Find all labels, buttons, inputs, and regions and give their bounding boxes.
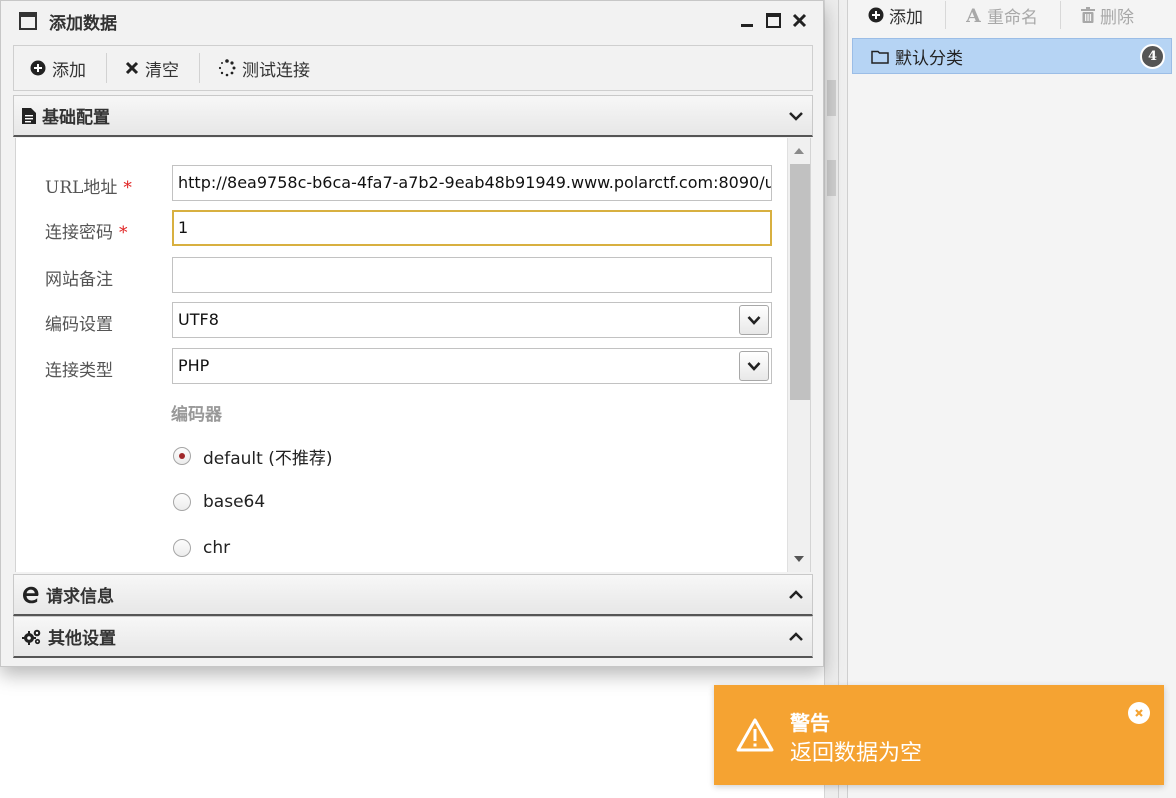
- note-input[interactable]: [172, 257, 772, 293]
- encoder-option-default[interactable]: default (不推荐): [173, 443, 332, 469]
- scrollbar-thumb[interactable]: [827, 80, 836, 116]
- password-input[interactable]: 1: [172, 210, 772, 246]
- encoding-label: 编码设置: [45, 315, 113, 335]
- category-rename-button[interactable]: A 重命名: [966, 1, 1061, 29]
- clear-button[interactable]: 清空: [125, 53, 200, 83]
- radio-button[interactable]: [173, 493, 191, 511]
- url-row: URL地址 * http://8ea9758c-b6ca-4fa7-a7b2-9e…: [16, 165, 788, 201]
- plus-circle-icon: [868, 7, 884, 23]
- section-request-info[interactable]: 请求信息: [13, 574, 813, 616]
- category-delete-button[interactable]: 删除: [1081, 1, 1156, 29]
- chevron-down-icon[interactable]: [788, 108, 804, 124]
- scrollbar-thumb[interactable]: [827, 160, 836, 196]
- select-arrow-icon[interactable]: [739, 351, 769, 381]
- minimize-icon[interactable]: [737, 9, 757, 31]
- type-value: PHP: [178, 356, 210, 375]
- chevron-up-icon[interactable]: [788, 629, 804, 645]
- section-other-settings[interactable]: 其他设置: [13, 616, 813, 658]
- type-select[interactable]: PHP: [172, 348, 772, 384]
- url-label: URL地址 *: [45, 173, 132, 198]
- clear-button-label: 清空: [145, 60, 179, 81]
- section-other-title: 其他设置: [48, 629, 116, 649]
- category-delete-label: 删除: [1100, 7, 1134, 28]
- window-icon: [19, 12, 37, 30]
- category-toolbar: 添加 A 重命名 删除: [848, 0, 1176, 30]
- scrollbar-thumb[interactable]: [790, 164, 810, 400]
- basic-config-form: URL地址 * http://8ea9758c-b6ca-4fa7-a7b2-9e…: [15, 138, 811, 572]
- required-mark: *: [119, 223, 128, 243]
- font-icon: A: [966, 6, 982, 24]
- toast-title: 警告: [790, 711, 830, 735]
- encoder-heading: 编码器: [171, 405, 222, 425]
- section-basic-config[interactable]: 基础配置: [13, 95, 813, 137]
- note-row: 网站备注: [16, 257, 788, 293]
- svg-text:A: A: [966, 6, 981, 24]
- password-row: 连接密码 * 1: [16, 210, 788, 246]
- times-icon: [125, 61, 139, 75]
- gears-icon: [22, 628, 42, 646]
- trash-icon: [1081, 7, 1095, 23]
- add-button-label: 添加: [52, 60, 86, 81]
- password-label: 连接密码 *: [45, 218, 128, 243]
- form-scrollbar[interactable]: [787, 138, 810, 572]
- type-label: 连接类型: [45, 361, 113, 381]
- dialog-title: 添加数据: [49, 13, 117, 34]
- encoding-value: UTF8: [178, 310, 219, 329]
- note-label: 网站备注: [45, 270, 113, 290]
- encoder-option-label: chr: [203, 538, 231, 558]
- pane-splitter[interactable]: [838, 0, 848, 798]
- add-data-dialog: 添加数据 添加 清空 测试连接 基础配置 URL地址 * http://8ea9…: [0, 0, 824, 667]
- category-item-default[interactable]: 默认分类 4: [852, 38, 1172, 74]
- dialog-toolbar: 添加 清空 测试连接: [13, 45, 813, 91]
- encoding-select[interactable]: UTF8: [172, 302, 772, 338]
- required-mark: *: [123, 178, 132, 198]
- type-row: 连接类型 PHP: [16, 348, 788, 384]
- scroll-down-icon[interactable]: [794, 556, 804, 562]
- url-label-text: URL地址: [45, 178, 118, 198]
- url-input[interactable]: http://8ea9758c-b6ca-4fa7-a7b2-9eab48b91…: [172, 165, 772, 201]
- encoding-row: 编码设置 UTF8: [16, 302, 788, 338]
- file-text-icon: [22, 107, 36, 124]
- encoder-option-label: default (不推荐): [203, 448, 333, 469]
- chevron-up-icon[interactable]: [788, 587, 804, 603]
- spinner-icon: [218, 59, 236, 77]
- section-basic-title: 基础配置: [42, 108, 110, 128]
- test-connection-button[interactable]: 测试连接: [218, 53, 330, 83]
- window-controls: [737, 9, 809, 31]
- close-icon[interactable]: [789, 9, 809, 31]
- encoder-option-label: base64: [203, 492, 266, 512]
- test-connection-label: 测试连接: [242, 60, 310, 81]
- warning-icon: [736, 718, 774, 752]
- category-rename-label: 重命名: [987, 7, 1038, 28]
- toast-close-icon[interactable]: [1128, 702, 1150, 724]
- category-count-badge: 4: [1140, 44, 1165, 69]
- password-label-text: 连接密码: [45, 223, 113, 243]
- plus-circle-icon: [30, 60, 46, 76]
- folder-icon: [871, 49, 889, 64]
- maximize-icon[interactable]: [763, 9, 783, 31]
- encoder-option-chr[interactable]: chr: [173, 535, 230, 561]
- dialog-titlebar[interactable]: 添加数据: [1, 1, 823, 41]
- add-button[interactable]: 添加: [30, 53, 107, 83]
- warning-toast: 警告 返回数据为空: [714, 685, 1164, 785]
- scroll-up-icon[interactable]: [794, 148, 804, 154]
- encoder-option-base64[interactable]: base64: [173, 489, 265, 515]
- category-label: 默认分类: [895, 48, 963, 69]
- radio-button[interactable]: [173, 539, 191, 557]
- section-request-title: 请求信息: [46, 587, 114, 607]
- edge-icon: [22, 586, 40, 604]
- main-scrollbar[interactable]: [824, 0, 838, 798]
- category-add-label: 添加: [889, 7, 923, 28]
- category-panel: 添加 A 重命名 删除 默认分类 4: [848, 0, 1176, 798]
- toast-message: 返回数据为空: [790, 741, 923, 766]
- category-add-button[interactable]: 添加: [868, 1, 946, 29]
- radio-button[interactable]: [173, 447, 191, 465]
- select-arrow-icon[interactable]: [739, 305, 769, 335]
